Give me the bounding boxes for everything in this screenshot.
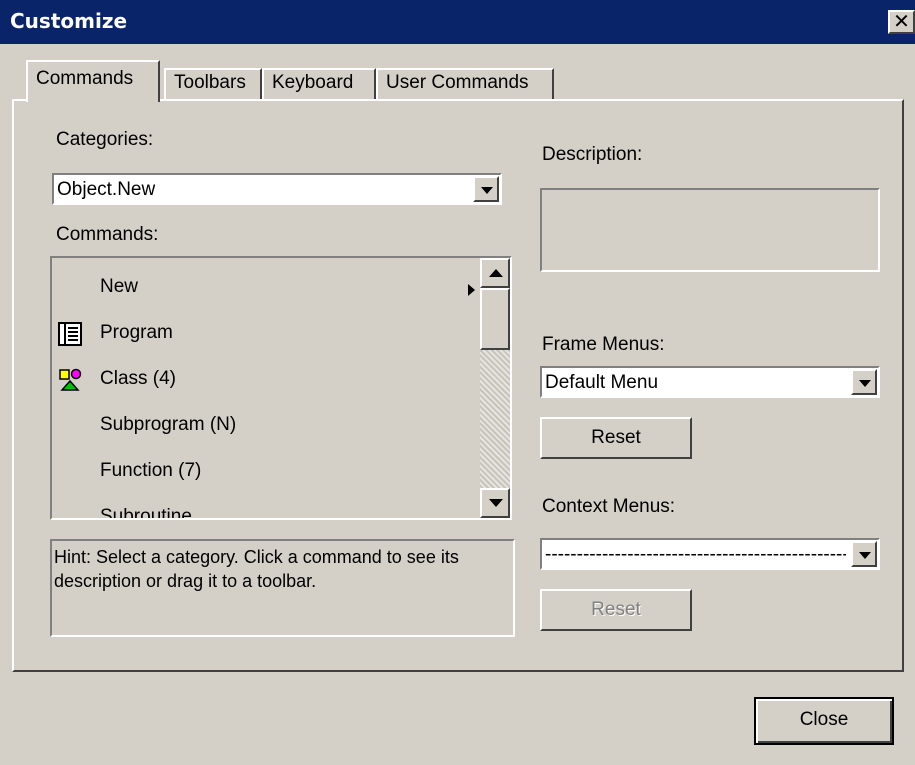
- context-menus-label: Context Menus:: [542, 496, 676, 517]
- hint-text: Hint: Select a category. Click a command…: [54, 547, 459, 591]
- tab-user-commands[interactable]: User Commands: [376, 68, 554, 100]
- tab-keyboard[interactable]: Keyboard: [262, 68, 376, 100]
- frame-menus-dropdown[interactable]: Default Menu: [540, 366, 880, 398]
- chevron-down-icon[interactable]: [473, 176, 499, 202]
- tab-toolbars[interactable]: Toolbars: [164, 68, 262, 100]
- class-icon: [59, 368, 82, 391]
- context-menus-dropdown[interactable]: ----------------------------------------…: [540, 538, 880, 570]
- frame-menus-label: Frame Menus:: [542, 334, 665, 355]
- description-box: [540, 188, 880, 272]
- list-item-class[interactable]: Class (4): [52, 356, 480, 402]
- frame-menus-value: Default Menu: [545, 372, 659, 393]
- context-menus-reset-button[interactable]: Reset: [540, 589, 692, 631]
- frame-menus-reset-button[interactable]: Reset: [540, 417, 692, 459]
- categories-value: Object.New: [57, 179, 156, 200]
- list-item-program[interactable]: Program: [52, 310, 480, 356]
- window-title: Customize: [10, 9, 128, 33]
- list-item-label: Function (7): [100, 460, 202, 481]
- list-item-subprogram[interactable]: Subprogram (N): [52, 402, 480, 448]
- list-item-label: Subroutine: [100, 506, 192, 520]
- close-icon: ✕: [893, 9, 910, 33]
- commands-list[interactable]: New Program Class (4) Subprogram (N) Fun…: [50, 256, 512, 520]
- hint-box: Hint: Select a category. Click a command…: [50, 539, 515, 637]
- context-menus-value: ----------------------------------------…: [545, 544, 846, 565]
- list-item-label: Program: [100, 322, 173, 343]
- submenu-arrow-icon: [468, 284, 475, 296]
- list-item-label: Class (4): [100, 368, 177, 389]
- commands-label: Commands:: [56, 224, 159, 245]
- categories-dropdown[interactable]: Object.New: [52, 173, 502, 205]
- chevron-down-icon[interactable]: [851, 369, 877, 395]
- list-item-label: Subprogram (N): [100, 414, 237, 435]
- customize-dialog: Customize ✕ Toolbars Keyboard User Comma…: [0, 0, 915, 765]
- scroll-up-icon[interactable]: [480, 258, 510, 288]
- categories-label: Categories:: [56, 129, 154, 150]
- list-item-function[interactable]: Function (7): [52, 448, 480, 494]
- list-item-label: New: [100, 276, 139, 297]
- commands-scrollbar[interactable]: [480, 258, 510, 518]
- scroll-down-icon[interactable]: [480, 488, 510, 518]
- tab-commands[interactable]: Commands: [26, 60, 160, 102]
- list-item-new[interactable]: New: [52, 264, 480, 310]
- list-item-subroutine[interactable]: Subroutine: [52, 494, 480, 520]
- close-button[interactable]: Close: [754, 697, 894, 745]
- description-label: Description:: [542, 144, 643, 165]
- title-close-button[interactable]: ✕: [888, 10, 915, 34]
- title-bar[interactable]: Customize ✕: [0, 0, 915, 44]
- chevron-down-icon[interactable]: [851, 541, 877, 567]
- program-icon: [58, 322, 82, 346]
- scrollbar-thumb[interactable]: [480, 288, 510, 350]
